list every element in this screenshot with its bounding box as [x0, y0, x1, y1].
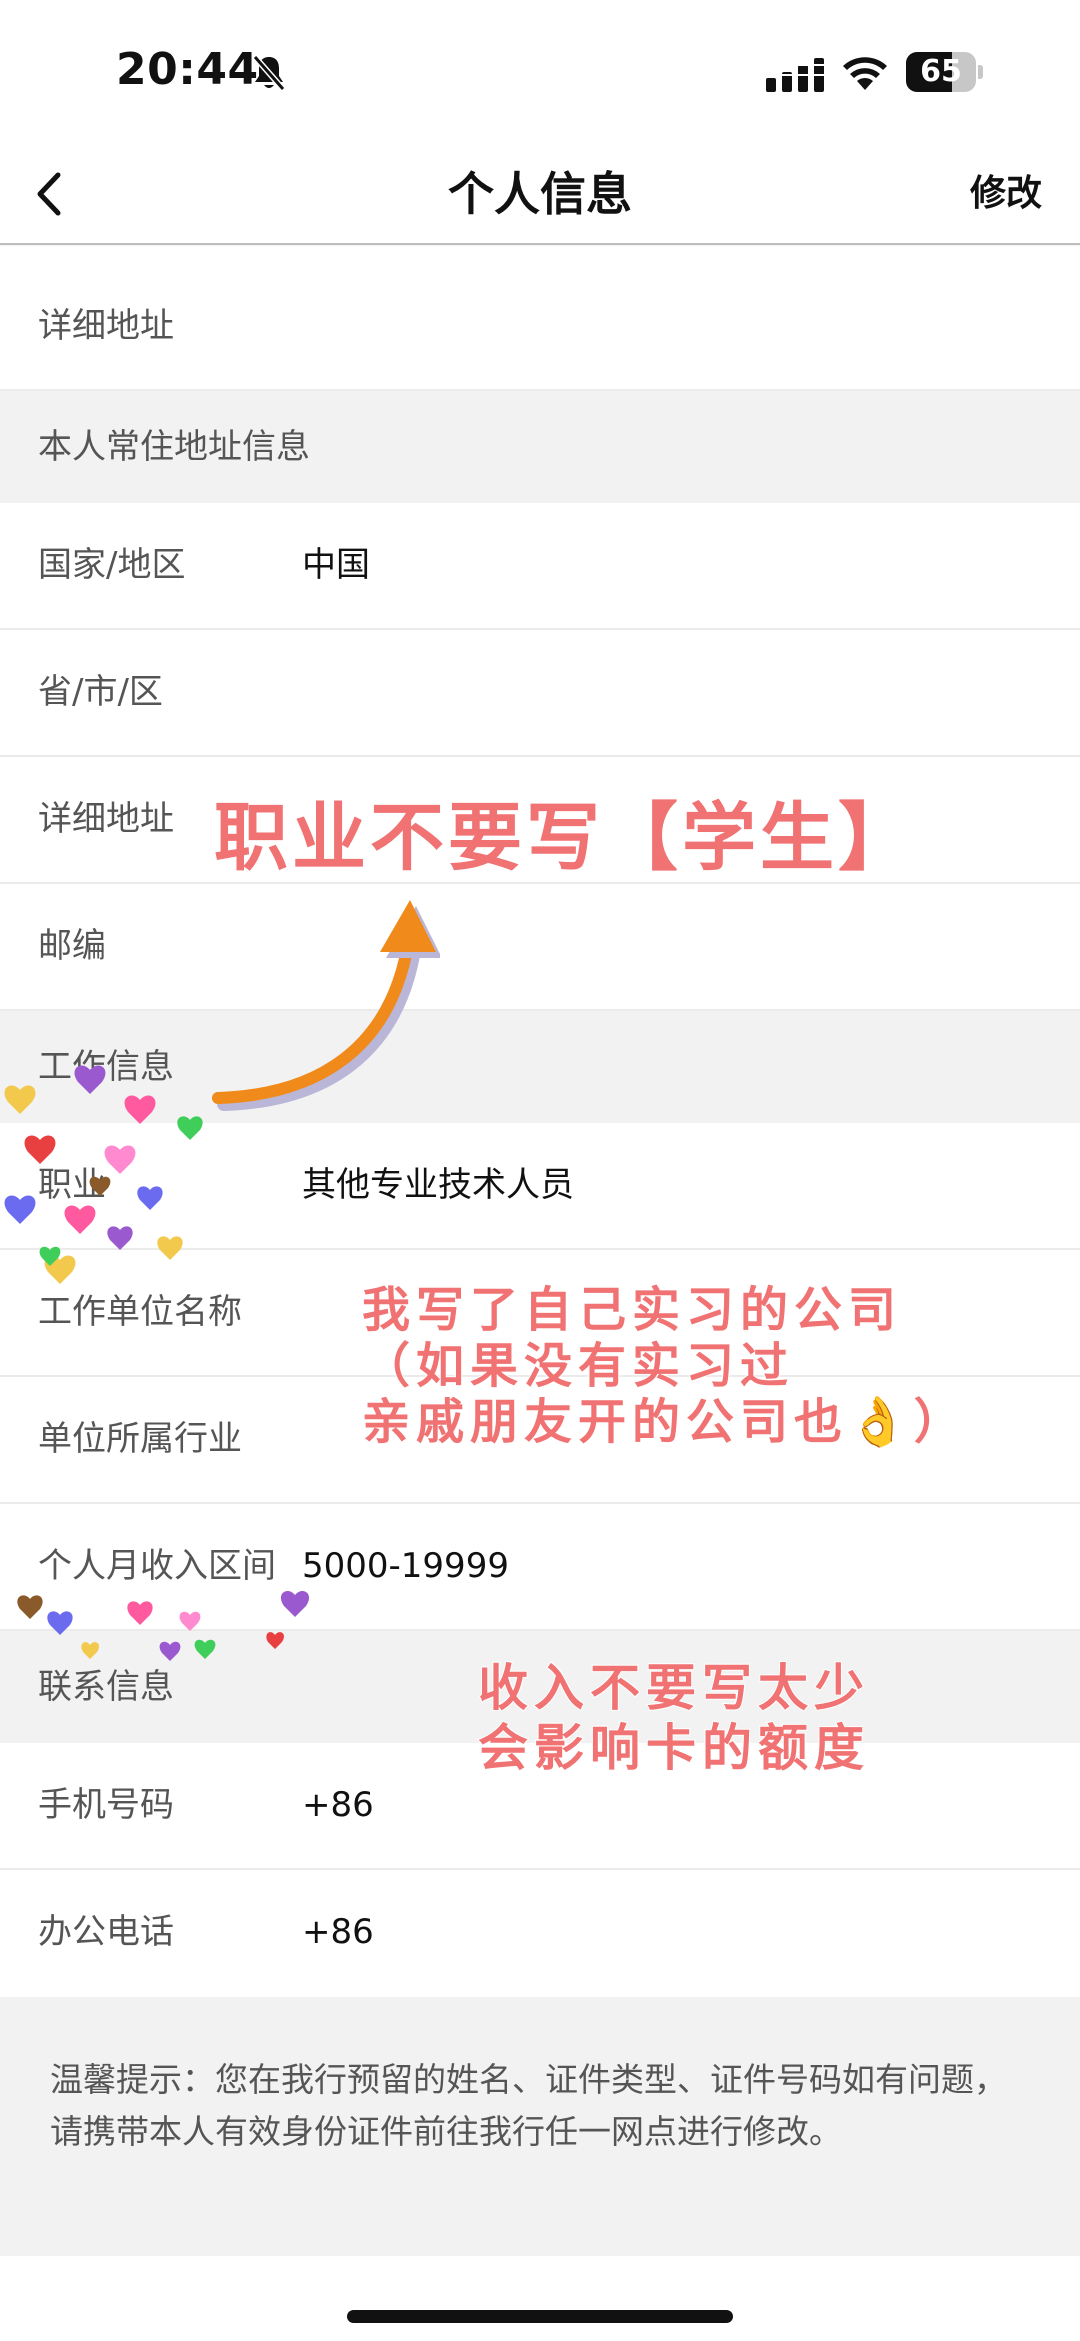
annotation-line: 收入不要写太少: [477, 1657, 870, 1718]
bell-slash-icon: [252, 55, 286, 91]
divider: [0, 246, 1080, 266]
row-label: 办公电话: [38, 1912, 174, 1952]
wifi-icon: [843, 57, 887, 90]
row-province[interactable]: 省/市/区: [0, 630, 1080, 757]
page-title: 个人信息: [448, 167, 632, 221]
row-label: 国家/地区: [38, 545, 186, 585]
annotation-line: （如果没有实习过: [361, 1337, 795, 1395]
signal-icon: [766, 58, 826, 92]
annotation-income-note: 收入不要写太少 会影响卡的额度: [477, 1657, 870, 1778]
heart-stickers-icon: [4, 1065, 203, 1284]
row-postcode[interactable]: 邮编: [0, 884, 1080, 1011]
row-country[interactable]: 国家/地区 中国: [0, 503, 1080, 630]
section-title: 本人常住地址信息: [38, 427, 310, 467]
annotation-line: 会影响卡的额度: [477, 1717, 870, 1778]
battery-icon: 65: [906, 52, 984, 92]
row-label: 省/市/区: [38, 672, 163, 712]
nav-bar: 个人信息 修改: [0, 145, 1080, 245]
row-office-phone[interactable]: 办公电话 +86: [0, 1870, 1080, 1997]
annotation-occupation-note: 职业不要写【学生】: [213, 794, 916, 882]
home-indicator[interactable]: [347, 2310, 733, 2323]
row-label: 手机号码: [38, 1785, 174, 1825]
annotation-line: 我写了自己实习的公司: [361, 1281, 903, 1339]
status-bar: 20:44 65: [0, 0, 1080, 145]
tip-text: 温馨提示：您在我行预留的姓名、证件类型、证件号码如有问题，请携带本人有效身份证件…: [50, 2060, 1007, 2151]
section-header-residence: 本人常住地址信息: [0, 391, 1080, 503]
tip-box: 温馨提示：您在我行预留的姓名、证件类型、证件号码如有问题，请携带本人有效身份证件…: [0, 1998, 1080, 2256]
row-label: 单位所属行业: [38, 1419, 242, 1459]
row-value: 其他专业技术人员: [302, 1165, 574, 1205]
row-label: 邮编: [38, 926, 106, 966]
row-label: 详细地址: [38, 799, 174, 839]
battery-level: 65: [920, 54, 962, 89]
row-label: 详细地址: [38, 306, 174, 346]
row-value: 5000-19999: [302, 1546, 509, 1586]
row-detail-address-top[interactable]: 详细地址: [0, 264, 1080, 391]
chevron-left-icon[interactable]: [28, 167, 72, 221]
heart-stickers-icon: [17, 1590, 310, 1661]
edit-button[interactable]: 修改: [970, 145, 1042, 243]
annotation-line: 亲戚朋友开的公司也👌）: [361, 1393, 968, 1451]
arrow-icon: [212, 900, 440, 1111]
row-value: 中国: [302, 545, 370, 585]
row-value: +86: [302, 1912, 374, 1952]
row-value: +86: [302, 1785, 374, 1825]
status-time: 20:44: [116, 44, 259, 95]
bottom-area: [0, 2256, 1080, 2341]
annotation-employer-note: 我写了自己实习的公司 （如果没有实习过 亲戚朋友开的公司也👌）: [361, 1281, 968, 1451]
